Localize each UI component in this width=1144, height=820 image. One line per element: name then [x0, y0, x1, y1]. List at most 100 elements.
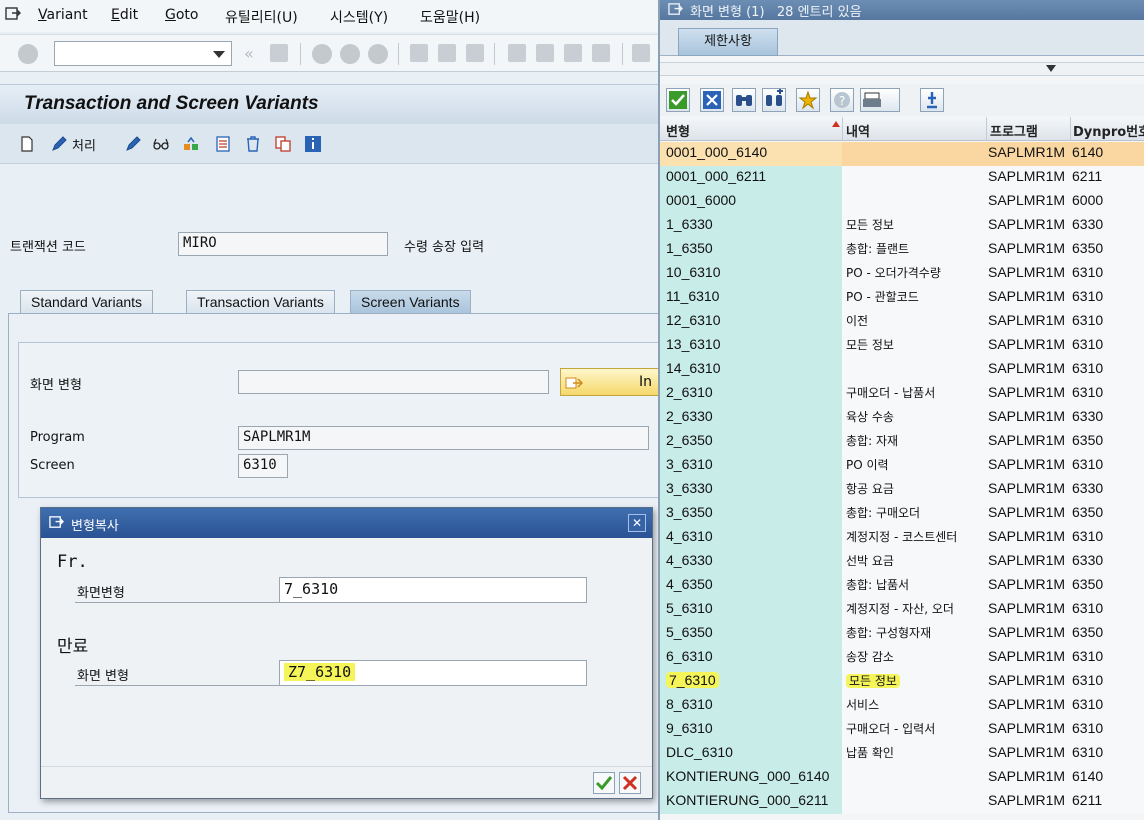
variant-cell: 1_6350	[660, 238, 842, 262]
table-row[interactable]: 14_6310 SAPLMR1M 6310	[660, 358, 1144, 382]
table-row[interactable]: 2_6310 구매오더 - 납품서 SAPLMR1M 6310	[660, 382, 1144, 406]
next-page-icon[interactable]	[564, 44, 582, 62]
back-icon[interactable]	[312, 44, 332, 64]
close-icon[interactable]: ✕	[628, 514, 646, 532]
table-row[interactable]: 12_6310 이전 SAPLMR1M 6310	[660, 310, 1144, 334]
menu-utilities[interactable]: 유틸리티(U)	[225, 7, 298, 27]
program-cell: SAPLMR1M	[988, 646, 1072, 670]
table-row[interactable]: 11_6310 PO - 관할코드 SAPLMR1M 6310	[660, 286, 1144, 310]
screen-variant-field[interactable]	[238, 370, 549, 394]
help-button[interactable]: ?	[830, 88, 854, 112]
in-button[interactable]: In	[560, 368, 658, 396]
favorites-button[interactable]	[796, 88, 820, 112]
table-row[interactable]: 3_6350 총합: 구매오더 SAPLMR1M 6350	[660, 502, 1144, 526]
back-history-icon[interactable]: «	[244, 44, 262, 63]
window-menu-icon[interactable]	[49, 515, 64, 530]
menu-variant[interactable]: Variant	[38, 7, 88, 23]
first-page-icon[interactable]	[508, 44, 526, 62]
table-row[interactable]: 5_6310 계정지정 - 자산, 오더 SAPLMR1M 6310	[660, 598, 1144, 622]
table-row[interactable]: 6_6310 송장 감소 SAPLMR1M 6310	[660, 646, 1144, 670]
tab-restrictions[interactable]: 제한사항	[678, 28, 778, 56]
save-icon[interactable]	[270, 44, 288, 62]
copy-variant-button[interactable]	[182, 133, 200, 155]
table-row[interactable]: 0001_000_6140 SAPLMR1M 6140	[660, 142, 1144, 166]
command-field[interactable]	[54, 41, 232, 66]
table-row[interactable]: 8_6310 서비스 SAPLMR1M 6310	[660, 694, 1144, 718]
tcode-field[interactable]: MIRO	[178, 232, 388, 256]
copy-button[interactable]	[274, 133, 292, 155]
screen-field[interactable]: 6310	[238, 454, 288, 478]
table-row[interactable]: DLC_6310 납품 확인 SAPLMR1M 6310	[660, 742, 1144, 766]
table-row[interactable]: 4_6330 선박 요금 SAPLMR1M 6330	[660, 550, 1144, 574]
menu-goto[interactable]: Goto	[165, 7, 198, 23]
last-page-icon[interactable]	[592, 44, 610, 62]
table-row[interactable]: 10_6310 PO - 오더가격수량 SAPLMR1M 6310	[660, 262, 1144, 286]
new-button[interactable]	[18, 133, 36, 155]
tab-standard-variants[interactable]: Standard Variants	[20, 290, 154, 314]
window-menu-icon[interactable]	[668, 2, 683, 17]
dynpro-cell: 6211	[1072, 166, 1144, 190]
delete-button[interactable]	[244, 133, 262, 155]
cancel-icon[interactable]	[368, 44, 388, 64]
variant-cell: 4_6310	[660, 526, 842, 550]
change-button[interactable]	[124, 133, 142, 155]
table-row[interactable]: 3_6310 PO 이력 SAPLMR1M 6310	[660, 454, 1144, 478]
print-icon[interactable]	[410, 44, 428, 62]
table-row[interactable]: 9_6310 구매오더 - 입력서 SAPLMR1M 6310	[660, 718, 1144, 742]
program-field[interactable]: SAPLMR1M	[238, 426, 649, 450]
table-row[interactable]: 5_6350 총합: 구성형자재 SAPLMR1M 6350	[660, 622, 1144, 646]
table-row[interactable]: 4_6310 계정지정 - 코스트센터 SAPLMR1M 6310	[660, 526, 1144, 550]
program-cell: SAPLMR1M	[988, 790, 1072, 814]
column-header-dynpro[interactable]: Dynpro번호	[1073, 121, 1144, 140]
table-row[interactable]: 1_6350 총합: 플랜트 SAPLMR1M 6350	[660, 238, 1144, 262]
confirm-button[interactable]	[593, 772, 615, 794]
table-row[interactable]: KONTIERUNG_000_6140 SAPLMR1M 6140	[660, 766, 1144, 790]
cancel-button[interactable]	[700, 88, 724, 112]
column-header-variant[interactable]: 변형	[666, 121, 690, 140]
previous-page-icon[interactable]	[536, 44, 554, 62]
print-button[interactable]	[860, 88, 900, 112]
column-header-description[interactable]: 내역	[846, 121, 870, 140]
description-cell-text: 육상 수송	[846, 410, 894, 424]
find-icon[interactable]	[438, 44, 456, 62]
table-row[interactable]: 2_6350 총합: 자재 SAPLMR1M 6350	[660, 430, 1144, 454]
table-row[interactable]: 0001_000_6211 SAPLMR1M 6211	[660, 166, 1144, 190]
table-row[interactable]: 4_6350 총합: 납품서 SAPLMR1M 6350	[660, 574, 1144, 598]
variant-cell: 5_6310	[660, 598, 842, 622]
window-menu-icon[interactable]	[5, 6, 21, 22]
exit-icon[interactable]	[340, 44, 360, 64]
info-button[interactable]	[304, 133, 322, 155]
restrictions-toggle[interactable]	[660, 62, 1144, 76]
table-row[interactable]: 2_6330 육상 수송 SAPLMR1M 6330	[660, 406, 1144, 430]
from-variant-field[interactable]: 7_6310	[279, 577, 587, 603]
table-row[interactable]: 3_6330 항공 요금 SAPLMR1M 6330	[660, 478, 1144, 502]
cancel-button[interactable]	[619, 772, 641, 794]
process-button[interactable]: 처리	[50, 133, 96, 155]
table-row[interactable]: 13_6310 모든 정보 SAPLMR1M 6310	[660, 334, 1144, 358]
table-row[interactable]: 0001_6000 SAPLMR1M 6000	[660, 190, 1144, 214]
select-column-button[interactable]	[920, 88, 944, 112]
table-row[interactable]: KONTIERUNG_000_6211 SAPLMR1M 6211	[660, 790, 1144, 814]
find-button[interactable]	[732, 88, 756, 112]
menu-help[interactable]: 도움말(H)	[420, 7, 480, 27]
menu-system[interactable]: 시스템(Y)	[330, 7, 388, 27]
tab-screen-variants[interactable]: Screen Variants	[350, 290, 471, 314]
enter-icon[interactable]	[18, 44, 38, 64]
confirm-button[interactable]	[666, 88, 690, 112]
chevron-down-icon[interactable]	[1046, 65, 1056, 72]
variant-cell-text: 3_6310	[666, 456, 713, 472]
rename-button[interactable]	[214, 133, 232, 155]
variant-cell-text: 9_6310	[666, 720, 713, 736]
tab-transaction-variants[interactable]: Transaction Variants	[186, 290, 335, 314]
table-row[interactable]: 7_6310 모든 정보 SAPLMR1M 6310	[660, 670, 1144, 694]
cancel-x-icon	[703, 91, 721, 109]
table-row[interactable]: 1_6330 모든 정보 SAPLMR1M 6330	[660, 214, 1144, 238]
to-variant-field[interactable]: Z7_6310	[279, 660, 587, 686]
column-header-program[interactable]: 프로그램	[990, 121, 1038, 140]
new-session-icon[interactable]	[632, 44, 650, 62]
chevron-down-icon[interactable]	[213, 51, 225, 58]
menu-edit[interactable]: Edit	[111, 7, 138, 23]
find-next-button[interactable]	[762, 88, 786, 112]
display-button[interactable]	[152, 133, 170, 155]
find-next-icon[interactable]	[466, 44, 484, 62]
